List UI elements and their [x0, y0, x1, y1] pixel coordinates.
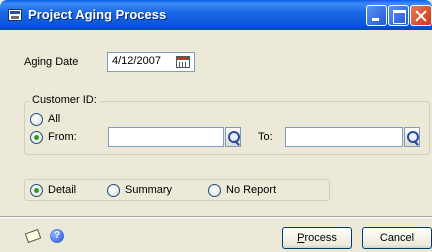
- window-app-icon: [8, 9, 22, 21]
- aging-date-label: Aging Date: [24, 56, 79, 68]
- maximize-button[interactable]: [388, 5, 409, 26]
- customer-from-lookup-icon[interactable]: [225, 127, 241, 147]
- summary-radio[interactable]: [107, 184, 120, 197]
- help-icon[interactable]: ?: [50, 229, 64, 243]
- title-bar[interactable]: Project Aging Process: [0, 0, 432, 30]
- customer-all-label: All: [48, 113, 61, 125]
- customer-from-label: From:: [48, 131, 77, 143]
- project-aging-process-window: Project Aging Process Aging Date 4/12/20…: [0, 0, 432, 252]
- customer-id-legend: Customer ID:: [29, 94, 100, 106]
- detail-label: Detail: [48, 184, 77, 196]
- customer-to-input[interactable]: [285, 127, 403, 147]
- bottom-divider: [0, 216, 432, 218]
- customer-from-input[interactable]: [108, 127, 224, 147]
- process-label-rest: rocess: [304, 232, 337, 244]
- aging-date-value: 4/12/2007: [112, 55, 161, 67]
- customer-to-lookup-icon[interactable]: [404, 127, 420, 147]
- aging-date-field[interactable]: 4/12/2007: [107, 52, 195, 72]
- calendar-icon[interactable]: [176, 56, 190, 68]
- summary-label: Summary: [125, 184, 173, 196]
- process-button[interactable]: Process: [282, 227, 352, 249]
- cancel-button[interactable]: Cancel: [362, 227, 432, 249]
- customer-from-radio[interactable]: [30, 131, 43, 144]
- note-icon[interactable]: [24, 228, 42, 244]
- no-report-radio[interactable]: [208, 184, 221, 197]
- customer-all-radio[interactable]: [30, 113, 43, 126]
- detail-radio[interactable]: [30, 184, 43, 197]
- minimize-button[interactable]: [366, 5, 387, 26]
- close-button[interactable]: [410, 5, 432, 26]
- customer-to-label: To:: [258, 131, 273, 143]
- window-title: Project Aging Process: [28, 7, 167, 22]
- no-report-label: No Report: [226, 184, 277, 196]
